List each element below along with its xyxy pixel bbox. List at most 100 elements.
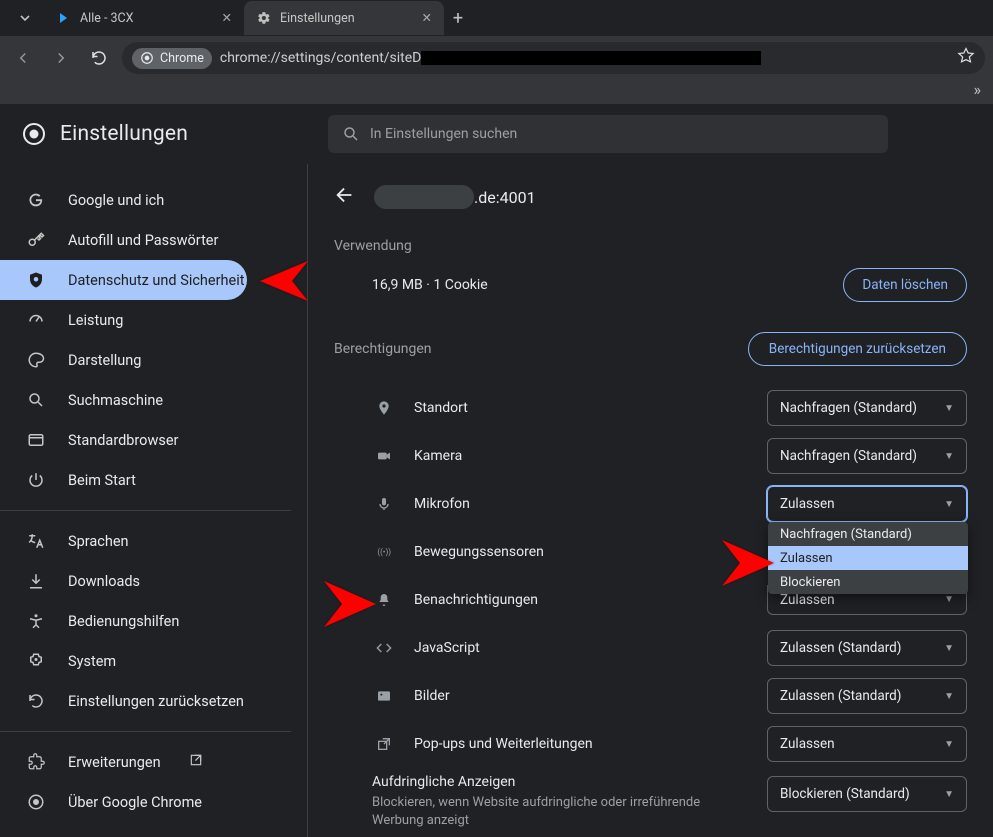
palette-icon <box>26 351 46 369</box>
sidebar-separator <box>0 731 291 732</box>
sidebar-item-label: Über Google Chrome <box>68 794 202 811</box>
sidebar-item-translate[interactable]: Sprachen <box>0 521 247 561</box>
url-text: chrome://settings/content/siteD <box>220 50 762 66</box>
sidebar-item-key[interactable]: Autofill und Passwörter <box>0 220 247 260</box>
toolbar-overflow[interactable]: » <box>0 80 993 104</box>
back-button[interactable] <box>8 43 38 73</box>
reset-icon <box>26 692 46 710</box>
tab-3cx[interactable]: Alle - 3CX ✕ <box>44 1 244 35</box>
svg-text:((•)): ((•)) <box>377 548 391 557</box>
sidebar-item-power[interactable]: Beim Start <box>0 460 247 500</box>
forward-button[interactable] <box>46 43 76 73</box>
sidebar-item-browser[interactable]: Standardbrowser <box>0 420 247 460</box>
chevron-down-icon: ▼ <box>944 643 954 654</box>
dropdown-value: Nachfragen (Standard) <box>780 400 917 416</box>
image-dropdown[interactable]: Zulassen (Standard)▼ <box>767 678 967 714</box>
popup-dropdown[interactable]: Zulassen ▼ <box>767 726 967 762</box>
chrome-pill-label: Chrome <box>160 51 204 66</box>
permission-row-camera: Kamera Nachfragen (Standard)▼ <box>334 432 967 480</box>
chevron-down-icon: ▼ <box>944 691 954 702</box>
camera-dropdown[interactable]: Nachfragen (Standard)▼ <box>767 438 967 474</box>
tab-label: Alle - 3CX <box>80 11 134 26</box>
host-suffix: .de:4001 <box>474 188 536 207</box>
new-tab-button[interactable]: + <box>444 4 472 32</box>
dropdown-value: Blockieren (Standard) <box>780 786 910 802</box>
sidebar-item-palette[interactable]: Darstellung <box>0 340 247 380</box>
key-icon <box>26 231 46 249</box>
chevron-down-icon: ▼ <box>944 499 954 510</box>
sidebar-item-label: Einstellungen zurücksetzen <box>68 693 244 710</box>
3cx-favicon-icon <box>56 10 72 26</box>
search-icon <box>342 125 360 143</box>
browser-icon <box>26 431 46 449</box>
tabs-dropdown-button[interactable] <box>6 4 44 32</box>
permission-row-intrusive-ads: Aufdringliche Anzeigen Blockieren, wenn … <box>334 768 967 829</box>
site-header: .de:4001 <box>334 184 967 210</box>
sidebar-item-label: Standardbrowser <box>68 432 178 449</box>
sidebar-item-download[interactable]: Downloads <box>0 561 247 601</box>
system-icon <box>26 652 46 670</box>
site-host: .de:4001 <box>374 185 536 209</box>
sidebar-item-label: Beim Start <box>68 472 136 489</box>
sidebar-item-google[interactable]: Google und ich <box>0 180 247 220</box>
permission-label: Mikrofon <box>414 496 470 512</box>
accessibility-icon <box>26 612 46 630</box>
sidebar-separator <box>0 510 291 511</box>
sidebar-item-label: Bedienungshilfen <box>68 613 179 630</box>
settings-search[interactable]: In Einstellungen suchen <box>328 115 888 153</box>
close-icon[interactable]: ✕ <box>422 10 432 26</box>
reset-permissions-button[interactable]: Berechtigungen zurücksetzen <box>748 332 967 366</box>
mic-dropdown[interactable]: Zulassen ▼ <box>767 486 967 522</box>
sidebar-item-chrome[interactable]: Über Google Chrome <box>0 782 247 822</box>
code-dropdown[interactable]: Zulassen (Standard)▼ <box>767 630 967 666</box>
permission-row-code: JavaScriptZulassen (Standard)▼ <box>334 624 967 672</box>
sidebar-item-shield[interactable]: Datenschutz und Sicherheit <box>0 260 247 300</box>
usage-row: 16,9 MB · 1 Cookie Daten löschen <box>334 268 967 302</box>
sidebar-item-system[interactable]: System <box>0 641 247 681</box>
sidebar-item-accessibility[interactable]: Bedienungshilfen <box>0 601 247 641</box>
camera-icon <box>372 448 396 464</box>
permission-label: Standort <box>414 400 468 416</box>
sidebar-item-reset[interactable]: Einstellungen zurücksetzen <box>0 681 247 721</box>
dropdown-value: Zulassen <box>780 496 835 512</box>
intrusive-ads-dropdown[interactable]: Blockieren (Standard) ▼ <box>767 776 967 812</box>
tab-label: Einstellungen <box>280 11 355 26</box>
location-icon <box>372 400 396 416</box>
power-icon <box>26 471 46 489</box>
location-dropdown[interactable]: Nachfragen (Standard)▼ <box>767 390 967 426</box>
settings-content: .de:4001 Verwendung 16,9 MB · 1 Cookie D… <box>307 164 993 837</box>
reload-button[interactable] <box>84 43 114 73</box>
clear-data-button[interactable]: Daten löschen <box>843 268 967 302</box>
close-icon[interactable]: ✕ <box>222 10 232 26</box>
permission-label: Pop-ups und Weiterleitungen <box>414 736 593 752</box>
dropdown-option[interactable]: Nachfragen (Standard) <box>768 522 968 546</box>
chevron-down-icon: ▼ <box>944 739 954 750</box>
address-bar[interactable]: Chrome chrome://settings/content/siteD <box>122 42 985 74</box>
permissions-section-label: Berechtigungen <box>334 341 432 357</box>
sidebar-item-speed[interactable]: Leistung <box>0 300 247 340</box>
code-icon <box>372 640 396 656</box>
sidebar-item-extension[interactable]: Erweiterungen <box>0 742 247 782</box>
dropdown-value: Zulassen <box>780 736 835 752</box>
translate-icon <box>26 532 46 550</box>
settings-header: Einstellungen In Einstellungen suchen <box>0 104 993 164</box>
sidebar-item-label: Erweiterungen <box>68 754 161 771</box>
sidebar-item-search[interactable]: Suchmaschine <box>0 380 247 420</box>
sidebar-item-label: Datenschutz und Sicherheit <box>68 272 244 289</box>
dropdown-option[interactable]: Blockieren <box>768 570 968 594</box>
sidebar-item-label: Suchmaschine <box>68 392 163 409</box>
dropdown-option[interactable]: Zulassen <box>768 546 968 570</box>
dropdown-value: Nachfragen (Standard) <box>780 448 917 464</box>
image-icon <box>372 688 396 704</box>
bookmark-star-icon[interactable] <box>957 47 975 69</box>
permissions-header: Berechtigungen Berechtigungen zurücksetz… <box>334 332 967 366</box>
back-arrow-button[interactable] <box>334 184 356 210</box>
tab-settings[interactable]: Einstellungen ✕ <box>244 1 444 35</box>
permission-label: Benachrichtigungen <box>414 592 538 608</box>
sidebar-item-label: Leistung <box>68 312 123 329</box>
chrome-icon <box>26 793 46 811</box>
speed-icon <box>26 311 46 329</box>
permission-label: Kamera <box>414 448 462 464</box>
page-title: Einstellungen <box>60 122 188 146</box>
permission-row-popup: Pop-ups und Weiterleitungen Zulassen ▼ <box>334 720 967 768</box>
